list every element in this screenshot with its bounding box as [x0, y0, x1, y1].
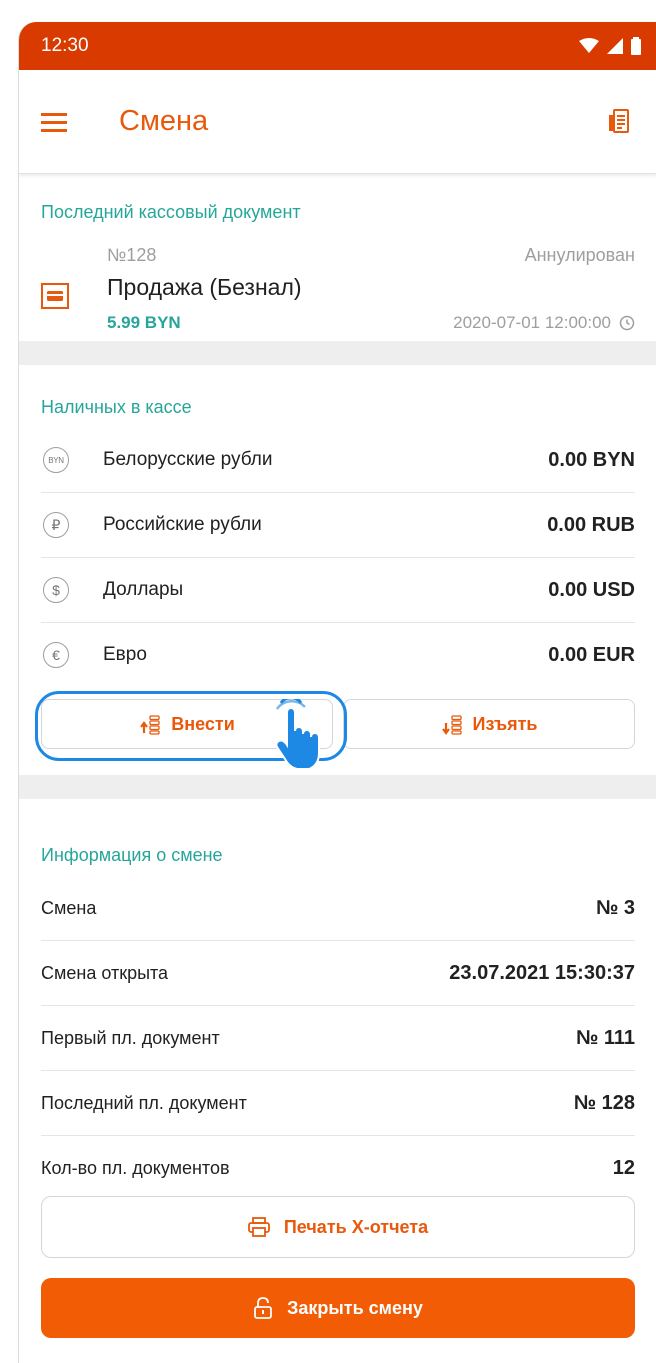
currency-value: 0.00 USD	[548, 578, 635, 601]
info-label: Смена открыта	[41, 962, 169, 983]
info-value: № 3	[596, 896, 635, 919]
page-title: Смена	[119, 105, 209, 137]
signal-icon	[607, 38, 623, 54]
info-value: № 128	[573, 1091, 635, 1114]
document-amount: 5.99 BYN	[107, 313, 181, 332]
last-document-section: Последний кассовый документ №128 Аннулир…	[19, 174, 656, 341]
info-label: Последний пл. документ	[41, 1092, 247, 1113]
document-type: Продажа (Безнал)	[107, 274, 302, 300]
currency-value: 0.00 BYN	[548, 448, 635, 471]
cash-in-icon	[140, 715, 160, 735]
currency-value: 0.00 RUB	[547, 513, 635, 536]
info-row-doc-count: Кол-во пл. документов 12	[41, 1136, 635, 1182]
menu-icon	[41, 112, 67, 132]
shift-info-section: Информация о смене Смена № 3 Смена откры…	[19, 799, 656, 1182]
cash-title: Наличных в кассе	[41, 397, 192, 417]
dollar-icon: $	[43, 577, 69, 603]
menu-button[interactable]	[41, 105, 75, 139]
document-datetime: 2020-07-01 12:00:00	[453, 313, 611, 332]
currency-row-byn: BYN Белорусские рубли 0.00 BYN	[41, 428, 635, 493]
ruble-icon: ₽	[43, 512, 69, 538]
info-value: 12	[612, 1156, 635, 1179]
app-bar: Смена	[19, 70, 656, 174]
info-label: Первый пл. документ	[41, 1027, 220, 1048]
print-label: Печать X-отчета	[283, 1216, 429, 1237]
currency-row-usd: $ Доллары 0.00 USD	[41, 558, 635, 623]
section-divider	[19, 775, 656, 799]
battery-icon	[631, 37, 641, 55]
currency-label: Евро	[103, 644, 147, 665]
currency-row-rub: ₽ Российские рубли 0.00 RUB	[41, 493, 635, 558]
byn-icon: BYN	[43, 447, 69, 473]
section-divider	[19, 341, 656, 365]
withdraw-button[interactable]: Изъять	[343, 699, 635, 749]
clock-icon	[619, 315, 635, 331]
print-x-report-button[interactable]: Печать X-отчета	[41, 1196, 635, 1258]
document-number: №128	[107, 245, 157, 265]
shift-info-title: Информация о смене	[41, 845, 223, 865]
currency-label: Доллары	[103, 579, 184, 600]
info-row-opened: Смена открыта 23.07.2021 15:30:37	[41, 941, 635, 1006]
printer-icon	[247, 1217, 270, 1237]
currency-label: Белорусские рубли	[103, 449, 273, 470]
info-value: № 111	[575, 1026, 635, 1049]
withdraw-label: Изъять	[472, 713, 538, 734]
info-value: 23.07.2021 15:30:37	[449, 961, 635, 984]
phone-screen: 12:30 Смена Последний кассовый документ …	[18, 22, 656, 1363]
receipt-icon	[609, 108, 629, 133]
euro-icon: €	[43, 642, 69, 668]
info-label: Смена	[41, 897, 97, 918]
cash-section: Наличных в кассе BYN Белорусские рубли 0…	[19, 365, 656, 775]
hand-pointer-icon	[275, 699, 320, 770]
last-document-title: Последний кассовый документ	[41, 202, 301, 222]
info-row-last-doc: Последний пл. документ № 128	[41, 1071, 635, 1136]
wifi-icon	[579, 38, 599, 53]
currency-value: 0.00 EUR	[548, 643, 635, 666]
currency-row-eur: € Евро 0.00 EUR	[41, 623, 635, 687]
bottom-actions: Печать X-отчета Закрыть смену	[19, 1196, 656, 1338]
shift-info-list: Смена № 3 Смена открыта 23.07.2021 15:30…	[41, 876, 635, 1182]
currency-label: Российские рубли	[103, 514, 262, 535]
info-label: Кол-во пл. документов	[41, 1157, 230, 1178]
status-bar: 12:30	[19, 22, 656, 70]
deposit-label: Внести	[171, 713, 235, 734]
document-status: Аннулирован	[524, 245, 635, 265]
close-shift-button[interactable]: Закрыть смену	[41, 1278, 635, 1338]
receipt-button[interactable]	[603, 106, 635, 138]
info-row-first-doc: Первый пл. документ № 111	[41, 1006, 635, 1071]
status-time: 12:30	[41, 35, 89, 56]
close-label: Закрыть смену	[287, 1297, 423, 1318]
lock-icon	[254, 1297, 273, 1319]
card-payment-icon	[41, 283, 69, 309]
info-row-shift: Смена № 3	[41, 876, 635, 941]
last-document-card[interactable]: №128 Аннулирован Продажа (Безнал) 5.99 B…	[41, 245, 635, 333]
cash-out-icon	[441, 715, 462, 735]
